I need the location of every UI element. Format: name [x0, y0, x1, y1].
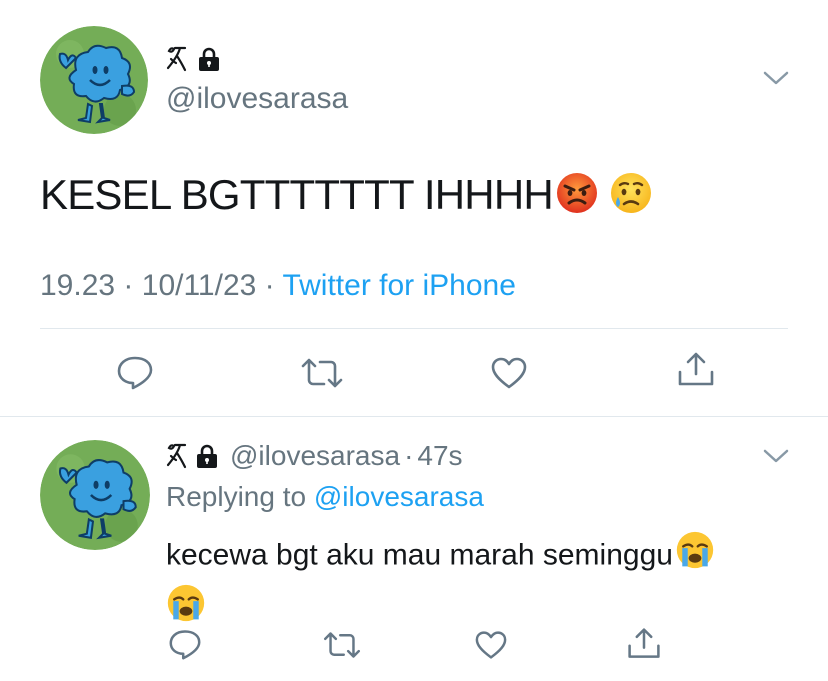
retweet-icon[interactable]	[300, 356, 344, 390]
share-icon[interactable]	[676, 350, 716, 390]
display-name-glyph[interactable]	[166, 442, 188, 470]
tweet-date[interactable]: 10/11/23	[142, 269, 257, 302]
like-icon[interactable]	[490, 356, 528, 390]
avatar-image	[40, 26, 148, 134]
meta-separator: ·	[123, 269, 134, 302]
chevron-down-icon[interactable]	[762, 68, 790, 88]
avatar-image	[40, 440, 150, 550]
tweet-text-row: KESEL BGTTTTTTT IHHHH	[40, 170, 653, 220]
loudly-crying-face-icon	[675, 530, 715, 583]
retweet-icon[interactable]	[322, 630, 362, 660]
reply-age[interactable]: 47s	[417, 440, 462, 472]
chevron-down-icon[interactable]	[762, 446, 790, 466]
lock-icon	[196, 46, 222, 72]
avatar[interactable]	[40, 26, 148, 134]
angry-face-icon	[555, 171, 599, 220]
user-name-row[interactable]	[166, 42, 222, 76]
reply-header: @ilovesarasa · 47s	[166, 438, 463, 474]
reply-avatar[interactable]	[40, 440, 150, 550]
reply-separator: ·	[404, 440, 414, 471]
tweet-text: KESEL BGTTTTTTT IHHHH	[40, 171, 554, 218]
display-name-glyph	[166, 46, 187, 72]
share-icon[interactable]	[626, 626, 662, 662]
user-handle[interactable]: @ilovesarasa	[166, 82, 348, 116]
replying-to: Replying to @ilovesarasa	[166, 480, 484, 514]
reply-icon[interactable]	[116, 354, 154, 390]
tweet-source-link[interactable]: Twitter for iPhone	[282, 269, 515, 302]
divider	[40, 328, 788, 329]
reply-icon[interactable]	[168, 628, 202, 660]
meta-separator: ·	[264, 269, 275, 302]
tweet-separator	[0, 416, 828, 417]
crying-face-icon	[609, 171, 653, 220]
lock-icon	[194, 443, 220, 469]
tweet-time[interactable]: 19.23	[40, 269, 115, 302]
reply-text: kecewa bgt aku mau marah seminggu	[166, 530, 786, 636]
tweet-meta: 19.23 · 10/11/23 · Twitter for iPhone	[40, 268, 516, 304]
reply-handle[interactable]: @ilovesarasa	[230, 440, 400, 472]
replying-to-label: Replying to	[166, 481, 307, 512]
replying-to-handle[interactable]: @ilovesarasa	[314, 481, 484, 512]
like-icon[interactable]	[474, 630, 508, 660]
reply-text-content: kecewa bgt aku mau marah seminggu	[166, 538, 673, 572]
